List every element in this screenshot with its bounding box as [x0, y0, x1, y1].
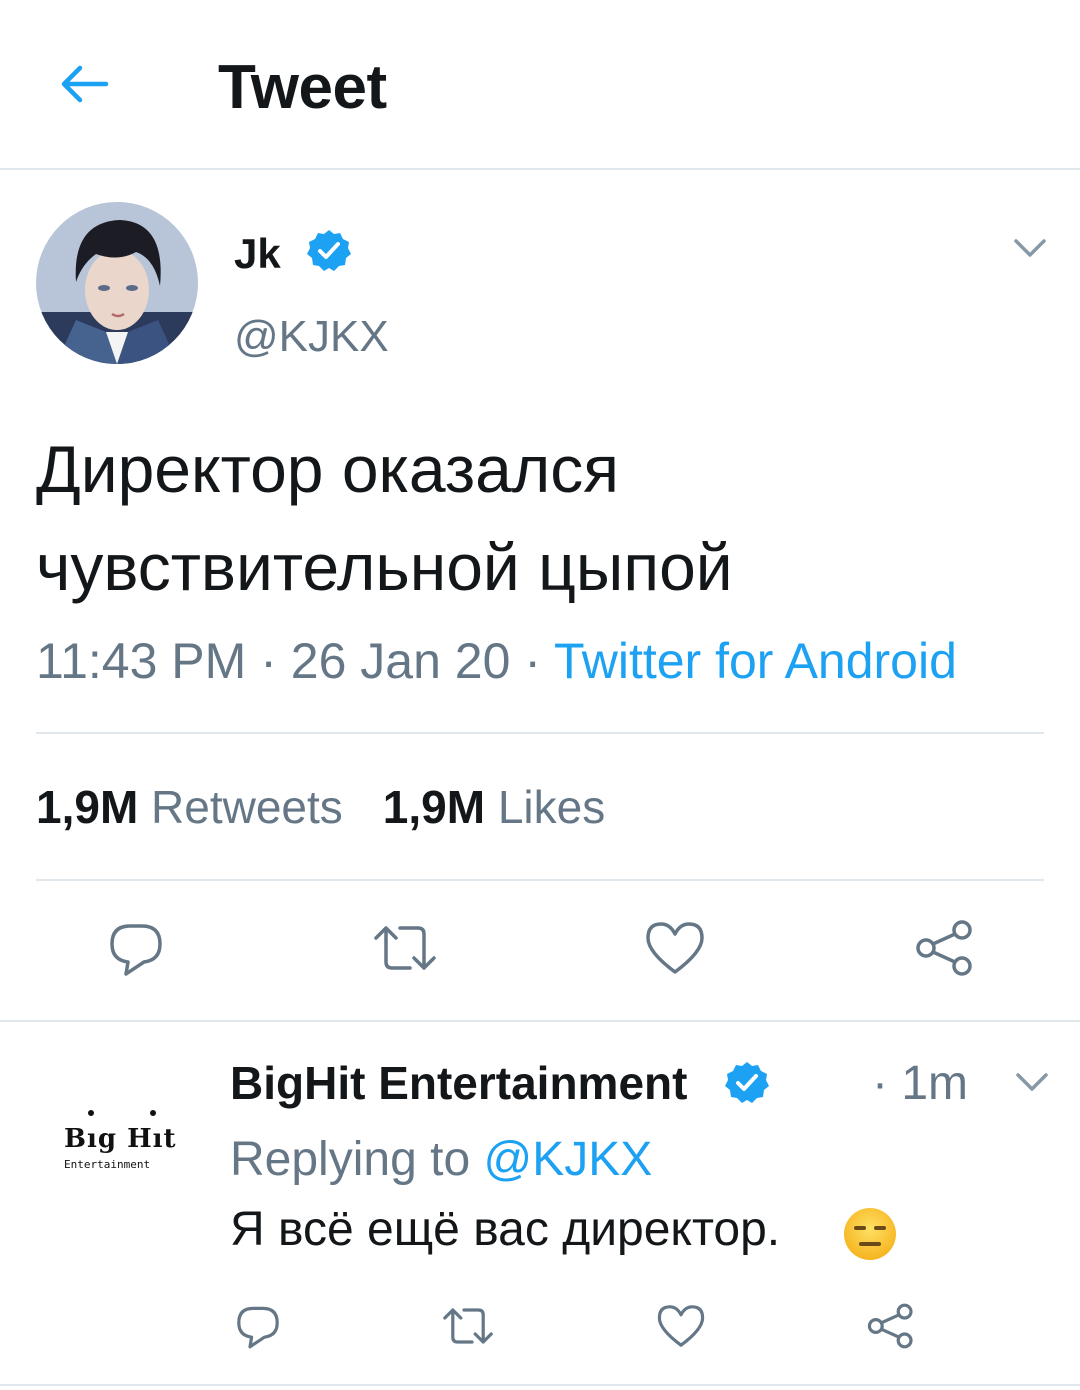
logo-subtext: Entertainment — [64, 1158, 151, 1171]
tweet-text-line: Директор оказался — [36, 432, 620, 506]
retweet-icon[interactable] — [440, 1302, 496, 1350]
likes-count: 1,9M — [382, 781, 486, 833]
tweet-stats: 1,9M Retweets 1,9M Likes — [36, 780, 605, 834]
share-icon[interactable] — [914, 918, 976, 978]
avatar[interactable] — [36, 202, 198, 364]
chevron-down-icon[interactable] — [1010, 228, 1050, 268]
meta-separator: · — [524, 633, 554, 689]
reply-icon[interactable] — [106, 918, 166, 978]
verified-badge-icon — [724, 1060, 770, 1106]
tweet-meta: 11:43 PM · 26 Jan 20 · Twitter for Andro… — [36, 632, 957, 690]
heart-icon[interactable] — [644, 918, 706, 978]
page-title: Tweet — [218, 53, 387, 122]
divider — [36, 879, 1044, 881]
expressionless-face-emoji — [842, 1206, 898, 1262]
retweets-stat[interactable]: 1,9M Retweets — [36, 781, 343, 833]
tweet-date: 26 Jan 20 — [290, 633, 511, 689]
tweet-text-line: чувствительной цыпой — [36, 530, 733, 604]
retweets-count: 1,9M — [36, 781, 139, 833]
replying-prefix: Replying to — [230, 1133, 471, 1186]
reply-timestamp[interactable]: · 1m — [872, 1056, 968, 1111]
verified-badge-icon — [306, 228, 352, 274]
mention-link[interactable]: @KJKX — [483, 1133, 652, 1186]
author-name[interactable]: Jk — [234, 230, 281, 278]
retweets-label: Retweets — [151, 781, 343, 833]
likes-label: Likes — [497, 781, 606, 833]
share-icon[interactable] — [866, 1302, 916, 1350]
heart-icon[interactable] — [656, 1302, 706, 1350]
arrow-left-icon[interactable] — [56, 56, 112, 112]
meta-separator: · — [260, 633, 291, 689]
tweet-text: Директор оказался чувствительной цыпой — [36, 420, 1046, 616]
tweet-source-link[interactable]: Twitter for Android — [554, 633, 957, 689]
replying-to: Replying to @KJKX — [230, 1132, 652, 1187]
reply-text: Я всё ещё вас директор. — [230, 1203, 781, 1256]
author-handle[interactable]: @KJKX — [234, 312, 389, 362]
logo-dot — [88, 1110, 94, 1116]
chevron-down-icon[interactable] — [1012, 1062, 1052, 1102]
divider — [0, 1020, 1080, 1022]
top-app-bar: Tweet — [0, 0, 1080, 170]
divider — [36, 732, 1044, 734]
reply-author-name[interactable]: BigHit Entertainment — [230, 1056, 687, 1110]
logo-dot — [150, 1110, 156, 1116]
likes-stat[interactable]: 1,9M Likes — [383, 781, 605, 833]
divider — [0, 1384, 1080, 1386]
tweet-time: 11:43 PM — [36, 633, 247, 689]
retweet-icon[interactable] — [370, 918, 440, 978]
reply-icon[interactable] — [234, 1302, 282, 1350]
avatar[interactable]: Bıg Hıt Entertainment — [40, 1060, 200, 1220]
logo-text: Bıg Hıt — [64, 1124, 177, 1154]
